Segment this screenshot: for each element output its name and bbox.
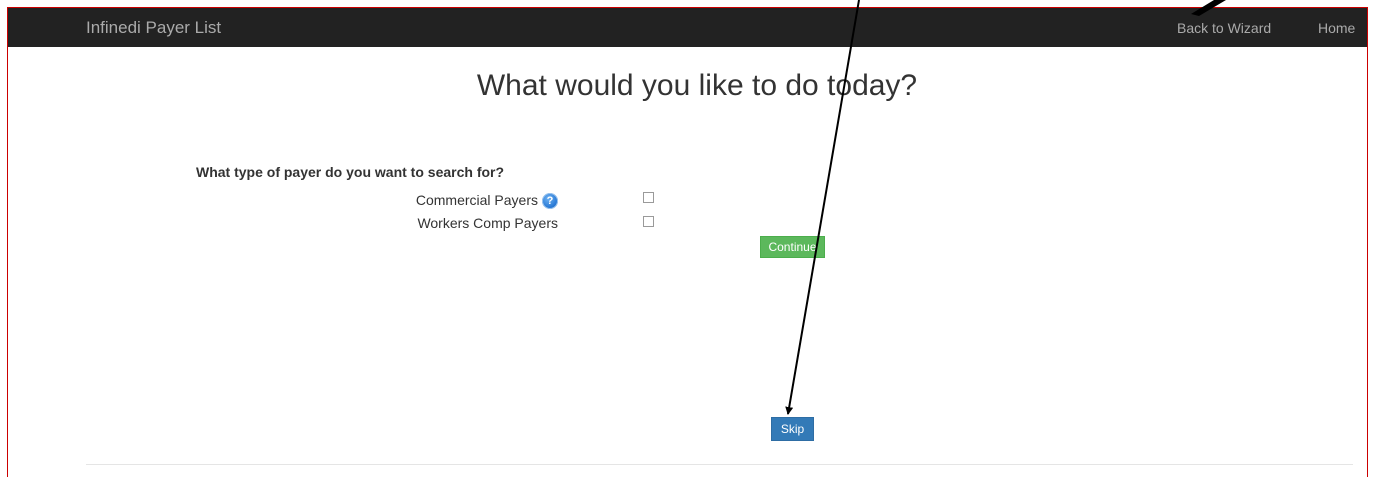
annotation-arrow-to-skip [785, 0, 860, 415]
workers-comp-payers-label: Workers Comp Payers [417, 215, 558, 231]
continue-button[interactable]: Continue [760, 236, 825, 258]
top-navbar: Infinedi Payer List Back to Wizard Home [8, 8, 1367, 47]
back-to-wizard-link[interactable]: Back to Wizard [1177, 20, 1271, 37]
commercial-payers-checkbox[interactable] [643, 192, 654, 203]
workers-comp-payers-checkbox[interactable] [643, 216, 654, 227]
workers-comp-payers-option: Workers Comp Payers [417, 215, 558, 232]
navbar-brand[interactable]: Infinedi Payer List [86, 18, 221, 38]
help-icon[interactable]: ? [542, 192, 558, 209]
home-link[interactable]: Home [1318, 20, 1355, 37]
commercial-payers-option: Commercial Payers ? [416, 192, 558, 209]
page-title: What would you like to do today? [476, 69, 918, 102]
payer-type-question: What type of payer do you want to search… [196, 164, 505, 180]
footer-divider [86, 464, 1353, 465]
skip-button[interactable]: Skip [771, 417, 814, 441]
commercial-payers-label: Commercial Payers [415, 192, 538, 208]
